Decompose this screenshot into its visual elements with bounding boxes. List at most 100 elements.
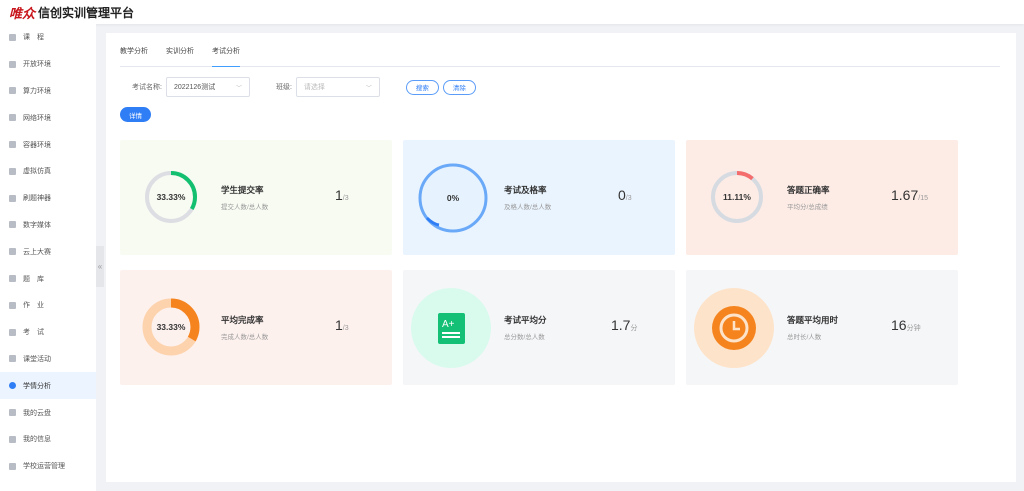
value-number: 16 (891, 317, 907, 333)
card-subtitle: 提交人数/总人数 (221, 204, 269, 211)
sidebar-item-label: 我的信息 (23, 436, 51, 444)
chevron-down-icon: ﹀ (365, 85, 372, 92)
sidebar-item[interactable]: 算力环境 (0, 78, 96, 105)
sidebar-item-label: 虚拟仿真 (23, 168, 51, 176)
sidebar-item-label: 课 程 (23, 34, 44, 42)
card-subtitle: 及格人数/总人数 (504, 204, 552, 211)
sidebar-item[interactable]: 刷题神器 (0, 185, 96, 212)
menu-icon (9, 382, 16, 390)
menu-icon (9, 462, 16, 470)
menu-icon (9, 328, 16, 336)
completion-card: 33.33% 平均完成率完成人数/总人数 1/3 (120, 270, 392, 385)
sidebar-item[interactable]: 课 程 (0, 24, 96, 51)
sidebar-item-label: 算力环境 (23, 87, 51, 95)
card-subtitle: 总分数/总人数 (504, 334, 545, 341)
value-number: 0 (618, 187, 626, 203)
tab-exam-analysis[interactable]: 考试分析 (212, 33, 240, 67)
menu-icon (9, 409, 16, 417)
card-subtitle: 总时长/人数 (787, 334, 822, 341)
value-number: 1.7 (611, 317, 631, 333)
menu-icon (9, 33, 16, 41)
app-title: 信创实训管理平台 (38, 5, 135, 20)
menu-icon (9, 301, 16, 309)
class-label: 班级: (275, 84, 292, 91)
sidebar-item-label: 网络环境 (23, 114, 51, 122)
collapse-sidebar-button[interactable]: « (96, 246, 104, 287)
value-unit: /3 (342, 325, 349, 332)
accuracy-card: 11.11% 答题正确率 平均分/总成绩 1.67/15 (686, 140, 958, 255)
card-title: 平均完成率 (221, 315, 264, 325)
menu-icon (9, 221, 16, 229)
tab-training-analysis[interactable]: 实训分析 (166, 33, 194, 67)
sidebar-item[interactable]: 题 库 (0, 265, 96, 292)
value-unit: 分 (630, 325, 638, 332)
submit-rate-card: 33.33% 学生提交率提交人数/总人数 1/3 (120, 140, 392, 255)
card-value: 16分钟 (891, 317, 981, 333)
card-subtitle: 完成人数/总人数 (221, 334, 269, 341)
sidebar-item[interactable]: 容器环境 (0, 131, 96, 158)
filter-bar: 考试名称: 2022126测试 ﹀ 班级: 请选择 ﹀ 搜索 清除 (120, 77, 476, 97)
sidebar-item[interactable]: 考 试 (0, 319, 96, 346)
menu-icon (9, 141, 16, 149)
menu-icon (9, 60, 16, 68)
ring-percent: 33.33% (156, 322, 186, 332)
sidebar-item[interactable]: 虚拟仿真 (0, 158, 96, 185)
card-title: 答题平均用时 (787, 315, 839, 325)
sidebar-item[interactable]: 我的信息 (0, 426, 96, 453)
value-unit: /15 (918, 195, 928, 202)
chevron-down-icon: ﹀ (235, 85, 242, 92)
sidebar-item-label: 课堂活动 (23, 355, 51, 363)
value-number: 1 (335, 187, 343, 203)
sidebar-item[interactable]: 我的云盘 (0, 399, 96, 426)
water-ball-gauge: 0% (417, 162, 489, 234)
value-number: 1 (335, 317, 343, 333)
clock-icon (694, 288, 774, 368)
value-unit: /3 (342, 195, 349, 202)
ring-percent: 0% (446, 193, 460, 203)
menu-icon (9, 167, 16, 175)
value-unit: /3 (625, 195, 632, 202)
sidebar-item[interactable]: 网络环境 (0, 104, 96, 131)
exam-name-select[interactable]: 2022126测试 ﹀ (165, 77, 250, 97)
card-subtitle: 平均分/总成绩 (787, 204, 828, 211)
sidebar-item[interactable]: 开放环境 (0, 51, 96, 78)
sidebar-item-label: 数字媒体 (23, 221, 51, 229)
sidebar-item[interactable]: 课堂活动 (0, 346, 96, 373)
sidebar-item[interactable]: 学情分析 (0, 372, 96, 400)
menu-icon (9, 355, 16, 363)
card-value: 1.67/15 (891, 187, 981, 203)
sidebar-item[interactable]: 作 业 (0, 292, 96, 319)
search-button[interactable]: 搜索 (405, 79, 439, 95)
menu-icon (9, 275, 16, 283)
card-title: 答题正确率 (787, 185, 830, 195)
menu-icon (9, 87, 16, 95)
card-title: 学生提交率 (221, 185, 264, 195)
card-title: 考试及格率 (504, 185, 547, 195)
class-select[interactable]: 请选择 ﹀ (295, 77, 380, 97)
svg-text:A+: A+ (442, 319, 455, 330)
sidebar-item[interactable]: 数字媒体 (0, 212, 96, 239)
menu-icon (9, 114, 16, 122)
value-unit: 分钟 (906, 325, 921, 332)
sidebar-item-label: 我的云盘 (23, 409, 51, 417)
main-panel: 教学分析 实训分析 考试分析 考试名称: 2022126测试 ﹀ 班级: 请选择 ﹀… (106, 33, 1016, 482)
average-score-card: A+ 考试平均分 总分数/总人数 1.7分 (403, 270, 675, 385)
sidebar-item[interactable]: 学校运营管理 (0, 453, 96, 480)
ring-percent: 33.33% (156, 192, 186, 202)
sidebar-item-label: 容器环境 (23, 141, 51, 149)
exam-name-label: 考试名称: (132, 84, 162, 91)
app-header: 唯众 信创实训管理平台 (0, 0, 1024, 24)
progress-ring: 33.33% (142, 168, 200, 226)
tab-teaching-analysis[interactable]: 教学分析 (120, 33, 148, 67)
clear-button[interactable]: 清除 (442, 79, 476, 95)
sidebar-item-label: 题 库 (23, 275, 44, 283)
value-number: 1.67 (891, 187, 919, 203)
progress-ring: 33.33% (142, 298, 200, 356)
sidebar-item[interactable]: 云上大赛 (0, 238, 96, 265)
detail-button[interactable]: 详情 (120, 107, 151, 122)
sidebar-item-label: 刷题神器 (23, 195, 51, 203)
analysis-tabs: 教学分析 实训分析 考试分析 (120, 33, 1000, 67)
sidebar-item-label: 学校运营管理 (23, 463, 65, 471)
exam-name-value: 2022126测试 (173, 84, 216, 91)
sidebar-item-label: 开放环境 (23, 61, 51, 69)
